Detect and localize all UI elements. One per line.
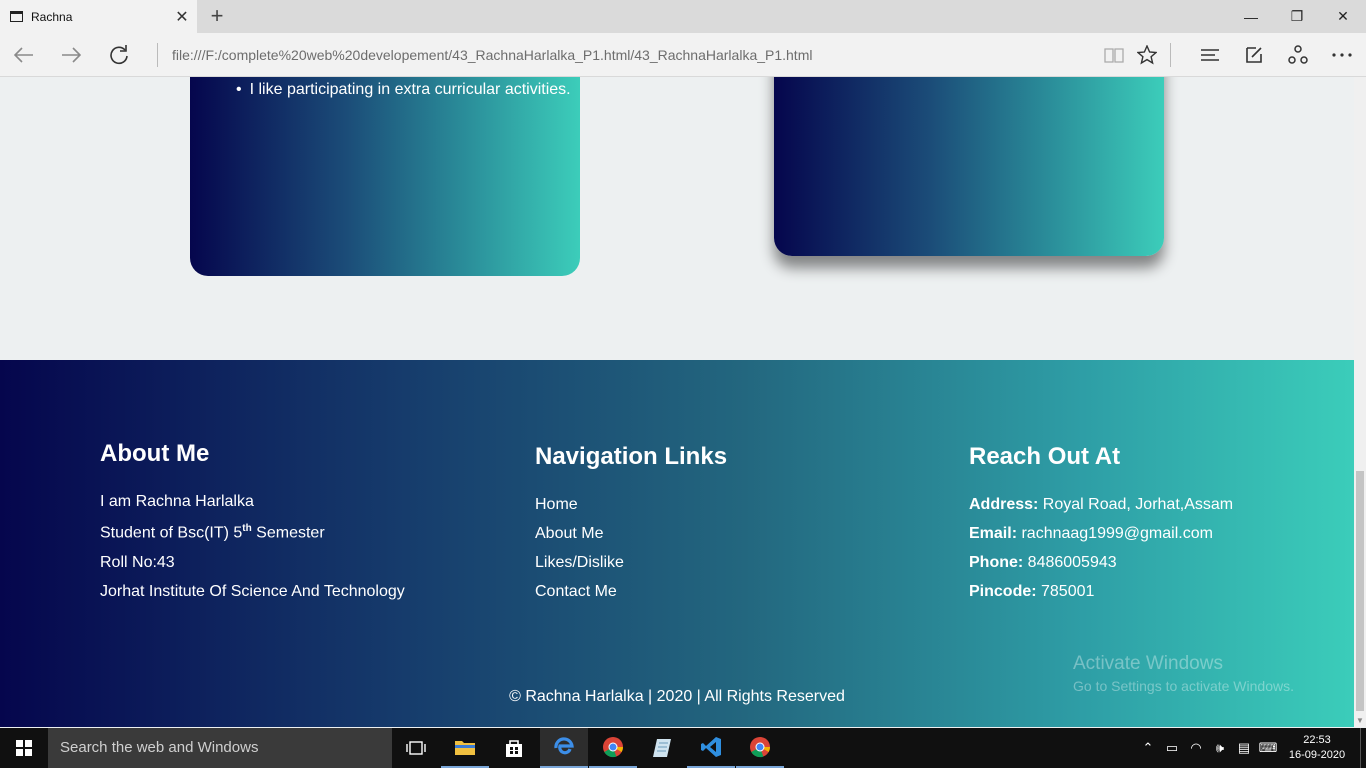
info-card bbox=[774, 77, 1164, 256]
show-desktop-button[interactable] bbox=[1360, 728, 1366, 768]
keyboard-icon[interactable]: ⌨ bbox=[1256, 740, 1280, 756]
task-view-icon[interactable] bbox=[392, 728, 440, 768]
email-label: Email: bbox=[969, 525, 1018, 542]
nav-heading: Navigation Links bbox=[535, 443, 728, 470]
email-value[interactable]: rachnaag1999@gmail.com bbox=[1017, 525, 1212, 542]
store-icon[interactable] bbox=[490, 728, 538, 768]
clock-time: 22:53 bbox=[1303, 734, 1331, 746]
new-tab-button[interactable]: + bbox=[203, 3, 231, 29]
chevron-up-icon[interactable]: ⌃ bbox=[1136, 740, 1160, 756]
page-viewport: • I like participating in extra curricula… bbox=[0, 77, 1354, 727]
divider bbox=[157, 43, 158, 67]
address-line: Address: Royal Road, Jorhat,Assam bbox=[969, 496, 1233, 514]
scroll-down-arrow-icon[interactable]: ▼ bbox=[1354, 715, 1366, 727]
about-institute: Jorhat Institute Of Science And Technolo… bbox=[100, 583, 405, 600]
email-line: Email: rachnaag1999@gmail.com bbox=[969, 525, 1213, 543]
page-icon bbox=[10, 11, 23, 22]
browser-tab-bar: Rachna ✕ + — ❐ ✕ bbox=[0, 0, 1366, 33]
system-tray: ⌃ ▭ ◠ 🕪 ▤ ⌨ 22:53 16-09-2020 bbox=[1136, 728, 1366, 768]
start-button[interactable] bbox=[0, 728, 48, 768]
more-options-icon[interactable] bbox=[1327, 40, 1357, 70]
phone-line: Phone: 8486005943 bbox=[969, 554, 1117, 572]
pincode-label: Pincode: bbox=[969, 583, 1037, 600]
nav-link-likes[interactable]: Likes/Dislike bbox=[535, 554, 624, 572]
browser-tab[interactable]: Rachna ✕ bbox=[0, 0, 197, 33]
vertical-scrollbar[interactable]: ▼ bbox=[1354, 77, 1366, 727]
reading-view-icon[interactable] bbox=[1099, 40, 1129, 70]
address-bar: file:///F:/complete%20web%20developement… bbox=[0, 33, 1366, 77]
nav-link-about[interactable]: About Me bbox=[535, 525, 603, 543]
about-roll: Roll No:43 bbox=[100, 554, 175, 571]
restore-button[interactable]: ❐ bbox=[1274, 0, 1320, 33]
list-item: • I like participating in extra curricula… bbox=[236, 81, 571, 99]
about-heading: About Me bbox=[100, 440, 210, 467]
window-controls: — ❐ ✕ bbox=[1228, 0, 1366, 33]
nav-link-home[interactable]: Home bbox=[535, 496, 578, 514]
clock[interactable]: 22:53 16-09-2020 bbox=[1280, 733, 1354, 763]
tab-close-icon[interactable]: ✕ bbox=[167, 7, 197, 27]
phone-label: Phone: bbox=[969, 554, 1024, 571]
list-item-text: I like participating in extra curricular… bbox=[249, 81, 571, 98]
forward-arrow-icon[interactable] bbox=[55, 40, 87, 70]
edge-icon[interactable] bbox=[540, 728, 588, 768]
refresh-icon[interactable] bbox=[103, 40, 135, 70]
pincode-value: 785001 bbox=[1036, 583, 1095, 600]
vscode-icon[interactable] bbox=[687, 728, 735, 768]
activate-windows-title: Activate Windows bbox=[1073, 653, 1223, 674]
hub-icon[interactable] bbox=[1195, 40, 1225, 70]
clock-date: 16-09-2020 bbox=[1288, 749, 1346, 761]
notification-icon[interactable]: ▤ bbox=[1232, 740, 1256, 756]
close-window-button[interactable]: ✕ bbox=[1320, 0, 1366, 33]
activate-windows-subtitle: Go to Settings to activate Windows. bbox=[1073, 678, 1294, 694]
url-field[interactable]: file:///F:/complete%20web%20developement… bbox=[172, 47, 812, 63]
taskbar-search-input[interactable]: Search the web and Windows bbox=[48, 728, 392, 768]
windows-logo-icon bbox=[16, 740, 32, 756]
phone-value: 8486005943 bbox=[1023, 554, 1117, 571]
tab-title: Rachna bbox=[31, 9, 73, 24]
address-label: Address: bbox=[969, 496, 1039, 513]
file-explorer-icon[interactable] bbox=[441, 728, 489, 768]
notepad-icon[interactable] bbox=[638, 728, 686, 768]
back-arrow-icon[interactable] bbox=[8, 40, 40, 70]
nav-link-contact[interactable]: Contact Me bbox=[535, 583, 617, 601]
battery-icon[interactable]: ▭ bbox=[1160, 740, 1184, 756]
chrome-icon[interactable] bbox=[589, 728, 637, 768]
chrome-icon[interactable] bbox=[736, 728, 784, 768]
student-sup: th bbox=[242, 523, 252, 534]
about-name: I am Rachna Harlalka bbox=[100, 493, 254, 510]
reach-heading: Reach Out At bbox=[969, 443, 1121, 470]
web-note-icon[interactable] bbox=[1239, 40, 1269, 70]
wifi-icon[interactable]: ◠ bbox=[1184, 740, 1208, 756]
bullet-icon: • bbox=[236, 81, 242, 98]
divider bbox=[1170, 43, 1171, 67]
share-icon[interactable] bbox=[1283, 40, 1313, 70]
taskbar: Search the web and Windows ⌃ ▭ ◠ 🕪 ▤ ⌨ 2… bbox=[0, 728, 1366, 768]
volume-icon[interactable]: 🕪 bbox=[1208, 740, 1232, 756]
pincode-line: Pincode: 785001 bbox=[969, 583, 1094, 601]
address-value: Royal Road, Jorhat,Assam bbox=[1038, 496, 1234, 513]
student-suffix: Semester bbox=[251, 524, 325, 542]
footer: About Me I am Rachna Harlalka Student of… bbox=[0, 360, 1354, 727]
student-prefix: Student of Bsc(IT) 5 bbox=[100, 524, 243, 542]
minimize-button[interactable]: — bbox=[1228, 0, 1274, 33]
favorites-star-icon[interactable] bbox=[1132, 40, 1162, 70]
hobbies-card bbox=[190, 77, 580, 276]
scroll-thumb[interactable] bbox=[1356, 471, 1364, 711]
about-student: Student of Bsc(IT) 5th Semester bbox=[100, 523, 325, 542]
